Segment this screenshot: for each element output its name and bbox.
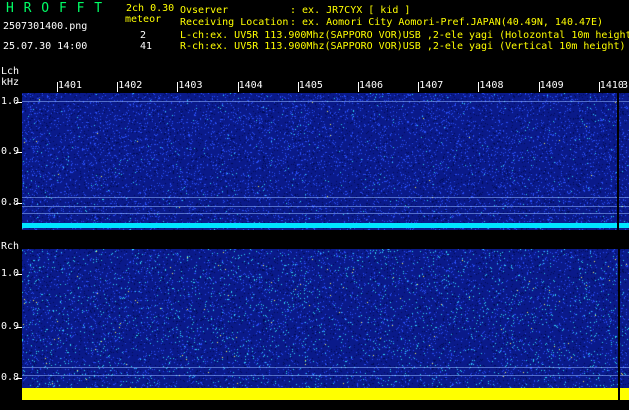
time-tick-label: 1401: [58, 80, 83, 91]
lch-marker-line: [617, 93, 619, 230]
time-tick-label: 1410: [599, 80, 624, 91]
meteor-label: meteor: [125, 14, 162, 25]
time-tick-mark: [358, 82, 359, 92]
time-tick-mark: [177, 82, 179, 92]
rch-ytick-mark: [16, 378, 22, 379]
lch-gridline: [22, 101, 629, 102]
lch-ytick-mark: [16, 203, 22, 204]
filename: 2507301400.png: [3, 21, 88, 32]
rch-marker-line: [618, 249, 620, 400]
time-tick-tail: 3: [622, 80, 629, 91]
time-tick-label: 1404: [238, 80, 263, 91]
lch-meteor-count: 2: [140, 30, 147, 41]
lch-gridline: [22, 206, 629, 207]
rch-noise-canvas: [22, 249, 629, 400]
rch-config: R-ch:ex. UV5R 113.900Mhz(SAPPORO VOR)USB…: [180, 41, 626, 52]
rch-label: Rch: [1, 241, 20, 252]
lch-label: Lch: [1, 66, 20, 77]
rch-ytick-mark: [16, 327, 22, 328]
mode-label: 2ch 0.30: [126, 3, 175, 14]
lch-noise-canvas: [22, 93, 629, 230]
rch-ytick-mark: [16, 274, 22, 275]
header: H R O F F T 2ch 0.30 meteor 2507301400.p…: [0, 0, 629, 62]
location-label: Receiving Location: [180, 17, 289, 28]
time-tick-mark: [598, 82, 600, 92]
lch-ytick-mark: [16, 102, 22, 103]
time-tick-mark: [418, 82, 420, 92]
time-tick-label: 1402: [118, 80, 143, 91]
lch-config: L-ch:ex. UV5R 113.900Mhz(SAPPORO VOR)USB…: [180, 30, 629, 41]
time-tick-mark: [117, 82, 119, 92]
rch-gridline: [22, 375, 629, 376]
time-tick-mark: [57, 82, 58, 92]
lch-carrier-band: [22, 223, 629, 228]
rch-spectrogram: [22, 249, 629, 400]
time-tick-mark: [478, 82, 480, 92]
app-title: H R O F F T: [6, 1, 104, 16]
time-tick-label: 1403: [178, 80, 203, 91]
lch-gridline: [22, 213, 629, 214]
lch-spectrogram: [22, 93, 629, 230]
rch-gridline: [22, 367, 629, 368]
rch-carrier-band: [22, 388, 629, 400]
observer-label: Ovserver: [180, 5, 229, 16]
time-tick-label: 1408: [479, 80, 504, 91]
time-tick-label: 1406: [359, 80, 384, 91]
time-tick-label: 1407: [419, 80, 444, 91]
observer-value: : ex. JR7CYX [ kid ]: [290, 5, 411, 16]
lch-gridline: [22, 197, 629, 198]
lch-ytick-mark: [16, 152, 22, 153]
location-value: : ex. Aomori City Aomori-Pref.JAPAN(40.4…: [290, 17, 604, 28]
time-tick-mark: [538, 82, 540, 92]
khz-label: kHz: [1, 77, 20, 88]
rch-meteor-count: 41: [140, 41, 153, 52]
time-tick-mark: [237, 82, 239, 92]
datetime: 25.07.30 14:00: [3, 41, 88, 52]
time-tick-mark: [297, 82, 299, 92]
time-tick-label: 1409: [539, 80, 564, 91]
time-tick-label: 1405: [298, 80, 323, 91]
